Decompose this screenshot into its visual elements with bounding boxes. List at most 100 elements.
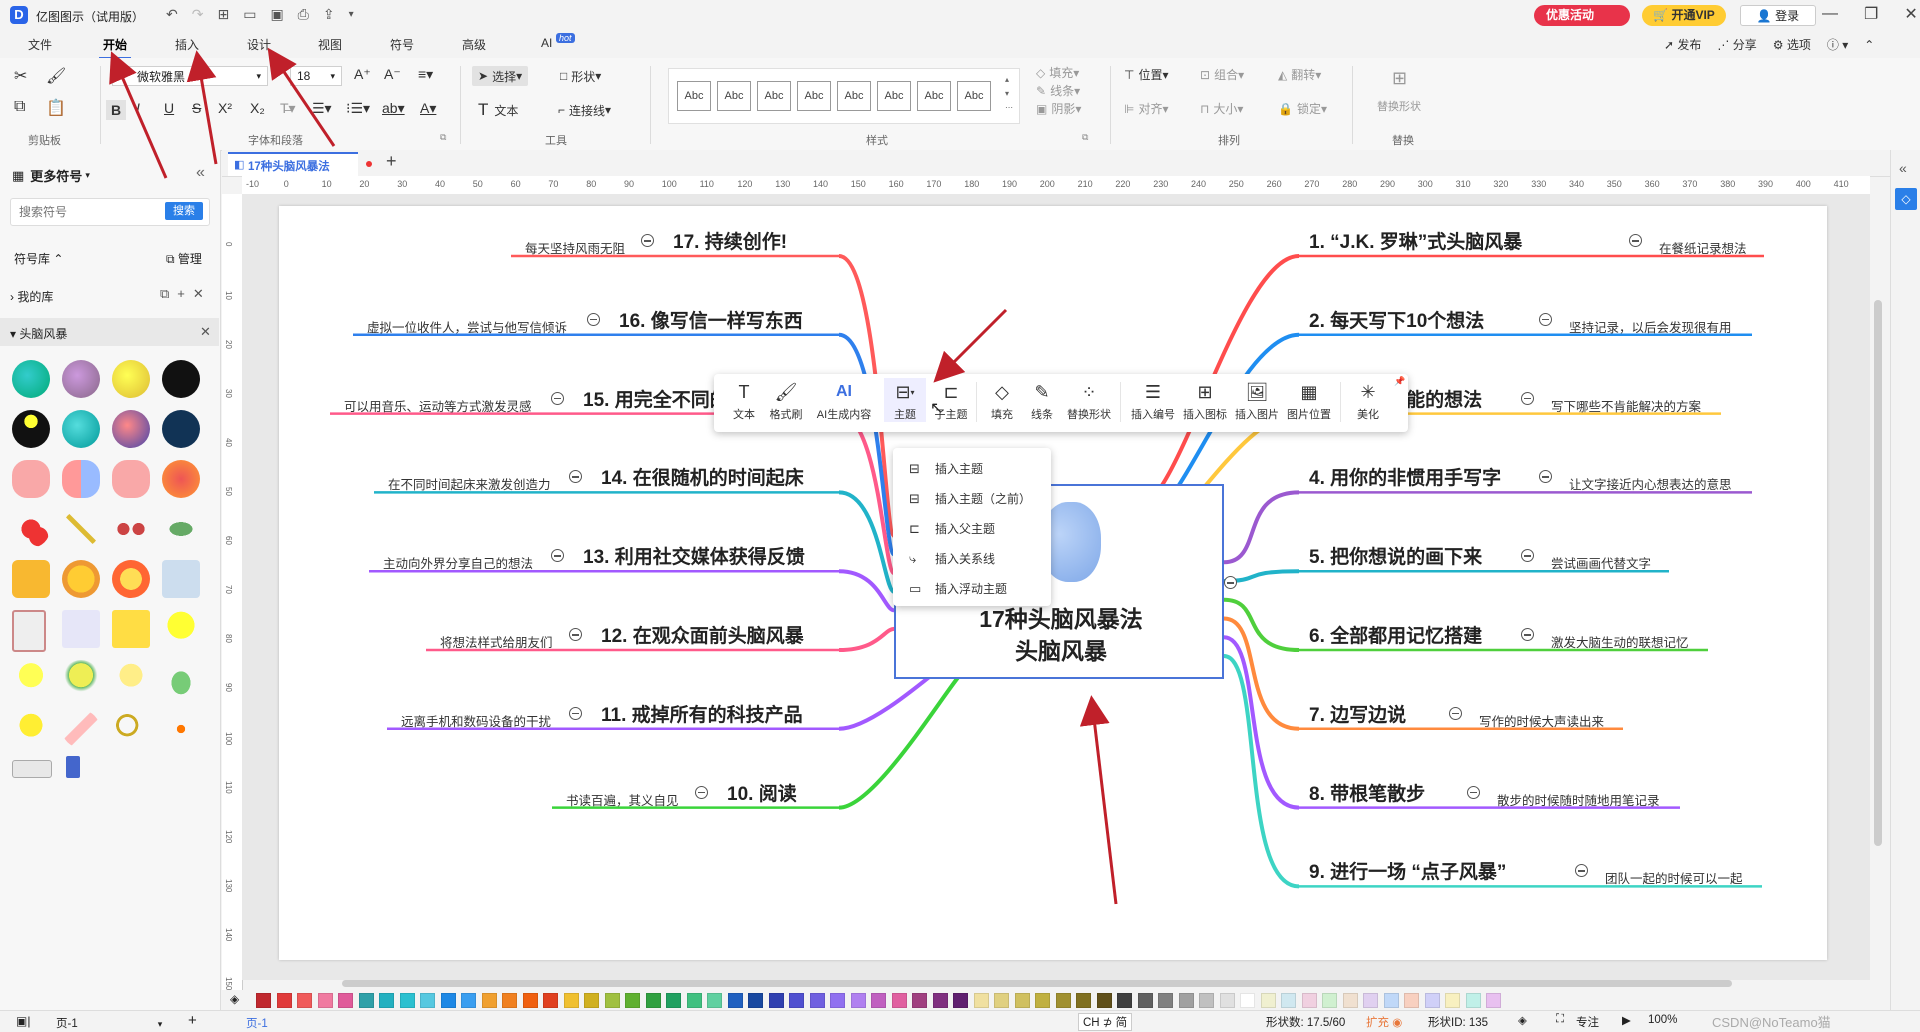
collapse-icon[interactable] <box>587 312 600 326</box>
position-button[interactable]: ⊤ 位置 ▾ <box>1124 66 1169 83</box>
color-swatch[interactable] <box>625 993 640 1008</box>
brain-symbol[interactable] <box>112 460 150 498</box>
topic-title-left-14[interactable]: 14. 在很随机的时间起床 <box>601 463 804 490</box>
topic-title-left-13[interactable]: 13. 利用社交媒体获得反馈 <box>583 542 805 569</box>
bold-icon[interactable]: B <box>106 100 126 120</box>
style-swatch[interactable]: Abc <box>917 81 951 111</box>
color-swatch[interactable] <box>1158 993 1173 1008</box>
vip-button[interactable]: 🛒 开通VIP <box>1642 5 1726 26</box>
color-swatch[interactable] <box>1199 993 1214 1008</box>
flip-button[interactable]: ◭ 翻转 ▾ <box>1278 66 1321 83</box>
fill-bucket-icon[interactable]: ◈ <box>230 992 239 1006</box>
color-swatch[interactable] <box>932 993 948 1008</box>
new-file-icon[interactable]: ⊞ <box>217 6 229 23</box>
fb-insert-icon-button[interactable]: ⊞ 插入图标 <box>1180 378 1230 422</box>
layers-icon[interactable]: ◈ <box>1518 1013 1527 1027</box>
zoom-level[interactable]: 100% <box>1648 1014 1677 1026</box>
central-collapse-icon[interactable] <box>1224 576 1237 589</box>
color-swatch[interactable] <box>399 993 415 1008</box>
color-swatch[interactable] <box>358 993 374 1008</box>
menu-ai[interactable]: AI <box>541 36 552 50</box>
teal-head-symbol[interactable] <box>62 410 100 448</box>
font-family-select[interactable]: 微软雅黑 ▾ <box>112 66 268 86</box>
color-swatch[interactable] <box>276 993 292 1008</box>
bulb-symbol[interactable] <box>12 660 50 698</box>
replace-shape-icon[interactable]: ⊞ <box>1392 68 1407 89</box>
wand-symbol[interactable] <box>62 510 100 548</box>
color-swatch[interactable] <box>379 993 394 1008</box>
burst-symbol[interactable] <box>62 560 100 598</box>
fb-insert-image-button[interactable]: 🖼 插入图片 <box>1232 378 1282 422</box>
topic-title-right-9[interactable]: 9. 进行一场 “点子风暴” <box>1309 857 1506 884</box>
close-icon[interactable]: ✕ <box>1904 4 1917 24</box>
promo-button[interactable]: 优惠活动 <box>1534 5 1630 26</box>
topic-title-left-12[interactable]: 12. 在观众面前头脑风暴 <box>601 621 804 648</box>
horizontal-scrollbar[interactable] <box>342 980 1732 987</box>
color-swatch[interactable] <box>830 993 845 1008</box>
color-swatch[interactable] <box>481 993 497 1008</box>
color-swatch[interactable] <box>543 993 558 1008</box>
color-swatch[interactable] <box>994 993 1009 1008</box>
color-swatch[interactable] <box>1301 993 1317 1008</box>
topic-note-left-14[interactable]: 在不同时间起床来激发创造力 <box>388 474 551 493</box>
style-swatch[interactable]: Abc <box>717 81 751 111</box>
color-swatch[interactable] <box>1260 993 1276 1008</box>
color-swatch[interactable] <box>461 993 476 1008</box>
expand-right-panel-icon[interactable]: « <box>1899 160 1907 176</box>
size-button[interactable]: ⊓ 大小 ▾ <box>1200 100 1243 117</box>
menu-insert-floating-topic[interactable]: ▭ 插入浮动主题 <box>909 580 1007 597</box>
menu-insert[interactable]: 插入 <box>175 36 199 53</box>
text-highlight-icon[interactable]: ab▾ <box>382 100 405 117</box>
line-button[interactable]: ✎ 线条 ▾ <box>1036 82 1080 99</box>
save-icon[interactable]: ▣ <box>270 6 283 23</box>
burst-symbol[interactable] <box>112 560 150 598</box>
menu-insert-topic[interactable]: ⊟ 插入主题 <box>909 460 983 477</box>
gear-head-symbol[interactable] <box>112 360 150 398</box>
color-swatch[interactable] <box>1486 993 1501 1008</box>
font-dialog-launcher-icon[interactable]: ⧉ <box>440 132 446 143</box>
topic-title-right-7[interactable]: 7. 边写边说 <box>1309 700 1406 727</box>
color-swatch[interactable] <box>440 993 456 1008</box>
color-swatch[interactable] <box>953 993 968 1008</box>
export-icon[interactable]: ⇪ <box>323 6 335 23</box>
style-swatch[interactable]: Abc <box>757 81 791 111</box>
topic-title-right-2[interactable]: 2. 每天写下10个想法 <box>1309 306 1484 333</box>
color-swatch[interactable] <box>1363 993 1378 1008</box>
line-spacing-icon[interactable]: ☰▾ <box>312 100 332 117</box>
color-swatch[interactable] <box>871 993 886 1008</box>
styles-dialog-launcher-icon[interactable]: ⧉ <box>1082 132 1088 143</box>
topic-title-left-10[interactable]: 10. 阅读 <box>727 779 797 806</box>
board-symbol[interactable] <box>162 560 200 598</box>
color-swatch[interactable] <box>850 993 866 1008</box>
style-swatch[interactable]: Abc <box>837 81 871 111</box>
menu-file[interactable]: 文件 <box>28 36 52 53</box>
new-tab-icon[interactable]: + <box>386 151 397 172</box>
color-swatch[interactable] <box>1117 993 1132 1008</box>
color-swatch[interactable] <box>563 993 579 1008</box>
collapse-icon[interactable] <box>695 785 708 799</box>
collapse-icon[interactable] <box>641 234 654 247</box>
collapse-icon[interactable] <box>1521 391 1534 405</box>
group-button[interactable]: ⊡ 组合 ▾ <box>1200 66 1244 83</box>
fb-ai-content-button[interactable]: AI AI生成内容 <box>812 378 876 422</box>
superscript-icon[interactable]: X² <box>218 100 232 116</box>
bullet-list-icon[interactable]: ⁝☰▾ <box>346 100 370 117</box>
my-library-actions[interactable]: ⧉+✕ <box>160 286 212 302</box>
options-button[interactable]: ⚙ 选项 <box>1773 36 1811 53</box>
fb-image-position-button[interactable]: ▦ 图片位置 <box>1284 378 1334 422</box>
gears-symbol[interactable] <box>12 510 50 548</box>
topic-note-right-6[interactable]: 激发大脑生动的联想记忆 <box>1551 632 1689 651</box>
menu-insert-relation-line[interactable]: ⤷ 插入关系线 <box>909 550 995 567</box>
manage-library-button[interactable]: ⧉ 管理 <box>166 250 202 267</box>
menu-insert-topic-before[interactable]: ⊟ 插入主题（之前） <box>909 490 1031 507</box>
italic-icon[interactable]: I <box>136 100 140 116</box>
collapse-icon[interactable] <box>1467 785 1480 799</box>
copy-icon[interactable]: ⧉ <box>14 98 25 116</box>
clipboard-symbol[interactable] <box>12 610 46 652</box>
shape-tool-button[interactable]: □ 形状 ▾ <box>560 66 601 86</box>
color-swatch[interactable] <box>1055 993 1071 1008</box>
properties-panel-icon[interactable]: ◇ <box>1895 188 1917 210</box>
drawing-page[interactable]: 17种头脑风暴法 头脑风暴 1. “J.K. 罗琳”式头脑风暴 在餐纸记录想法 2.… <box>279 206 1827 960</box>
lock-button[interactable]: 🔒 锁定 ▾ <box>1278 100 1327 117</box>
team-symbol[interactable] <box>112 510 150 548</box>
